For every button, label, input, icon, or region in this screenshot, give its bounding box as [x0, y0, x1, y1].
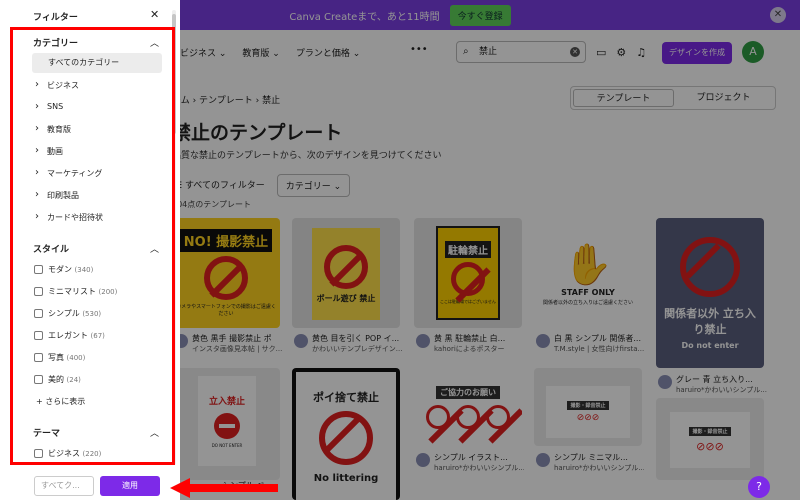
clear-all-button[interactable]: すべてク...	[34, 476, 94, 496]
highlight-box	[10, 27, 175, 465]
filter-panel: フィルター ✕ カテゴリー ︿ すべてのカテゴリー ビジネス SNS 教育版 動…	[0, 0, 180, 500]
red-arrow-annotation	[170, 478, 278, 498]
panel-title: フィルター	[33, 13, 78, 23]
apply-button[interactable]: 適用	[100, 476, 160, 496]
close-icon[interactable]: ✕	[150, 8, 159, 21]
help-button[interactable]: ?	[748, 476, 770, 498]
